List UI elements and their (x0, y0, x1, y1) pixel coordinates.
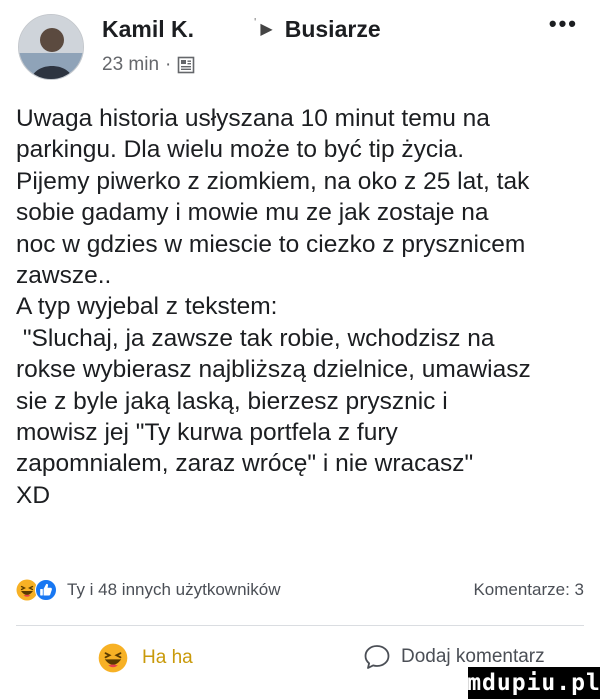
newspaper-icon (178, 56, 195, 74)
like-reaction-icon (35, 579, 57, 601)
divider (16, 625, 584, 626)
reactions-bar[interactable]: Ty i 48 innych użytkowników Komentarze: … (16, 573, 584, 607)
author-line: Kamil K. ' ▶ Busiarze (102, 16, 381, 43)
comments-count[interactable]: Komentarze: 3 (473, 580, 584, 600)
post-header: Kamil K. ' ▶ Busiarze 23 min · ••• (18, 12, 588, 82)
author-name[interactable]: Kamil K. (102, 16, 194, 43)
haha-label: Ha ha (142, 647, 193, 668)
comment-label: Dodaj komentarz (401, 646, 545, 667)
haha-icon (98, 643, 128, 673)
post-time[interactable]: 23 min (102, 54, 159, 76)
meta-separator: · (165, 54, 172, 75)
comment-icon (364, 645, 390, 669)
arrow-right-icon: ▶ (260, 20, 273, 38)
reactions-summary[interactable]: Ty i 48 innych użytkowników (67, 580, 281, 600)
reaction-icons (16, 579, 57, 601)
post-text: Uwaga historia usłyszana 10 minut temu n… (16, 105, 531, 509)
watermark-logo: mdupiu.pl (467, 667, 600, 699)
arrow-dot: ' (254, 17, 257, 28)
avatar-photo-icon (19, 15, 83, 79)
more-options-icon[interactable]: ••• (549, 13, 578, 35)
haha-button[interactable]: Ha ha (98, 643, 193, 673)
author-avatar[interactable] (18, 14, 84, 80)
group-name[interactable]: Busiarze (285, 16, 381, 43)
post-meta: 23 min · (102, 54, 195, 76)
